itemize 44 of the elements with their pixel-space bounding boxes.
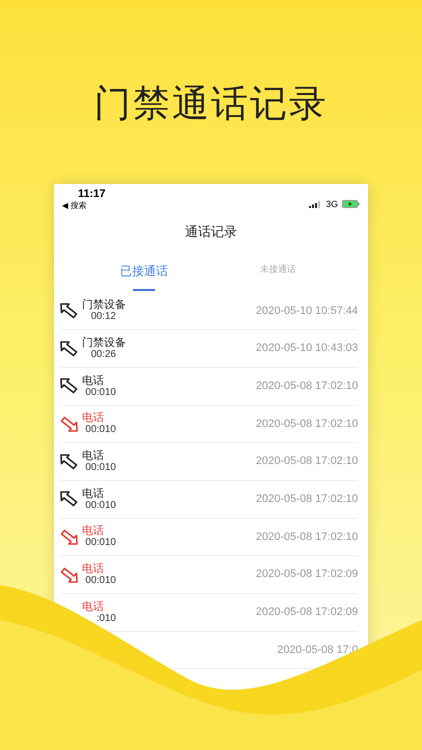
call-duration: 00:010 xyxy=(84,537,116,550)
call-duration: 00:010 xyxy=(84,424,116,436)
up-left-arrow-icon xyxy=(60,302,78,319)
call-time: 2020-05-08 17:02:09 xyxy=(256,605,358,620)
up-left-arrow-icon xyxy=(60,378,78,394)
call-duration: 00:26 xyxy=(90,349,116,362)
tab[interactable]: 未接通话 xyxy=(228,262,328,290)
screen-title: 通话记录 xyxy=(185,224,237,242)
up-left-arrow-icon xyxy=(60,340,78,357)
up-left-arrow-icon xyxy=(60,454,78,470)
signal-icon xyxy=(308,200,322,208)
down-right-arrow-icon xyxy=(60,528,78,545)
call-duration: :010 xyxy=(96,612,116,625)
status-time: 11:17 xyxy=(77,188,106,200)
call-time: 2020-05-08 17:02:10 xyxy=(256,378,358,394)
call-time: 2020-05-08 17:02:09 xyxy=(256,567,358,582)
battery-icon xyxy=(342,200,360,208)
caller-name: 电话 xyxy=(82,449,105,462)
tab[interactable]: 已接通话 xyxy=(94,262,194,290)
up-left-arrow-icon xyxy=(60,491,78,508)
caller-name: 电话 xyxy=(82,600,105,613)
call-time: 2020-05-10 10:57:44 xyxy=(256,304,358,319)
caller-name: 电话 xyxy=(82,486,105,500)
caller-name: 电话 xyxy=(82,524,105,538)
call-time: 2020-05-08 17:02:10 xyxy=(256,492,358,508)
call-time: 2020-05-10 10:43:03 xyxy=(256,341,358,356)
call-time: 2020-05-08 17:02:10 xyxy=(256,416,358,432)
call-duration: 00:010 xyxy=(84,462,116,474)
caller-name: 门禁设备 xyxy=(82,298,127,312)
down-right-arrow-icon xyxy=(60,416,78,432)
headline: 门禁通话记录 xyxy=(94,81,328,127)
down-right-arrow-icon xyxy=(60,566,78,583)
back-link[interactable]: ◀ 搜索 xyxy=(62,200,106,210)
call-time: 2020-05-08 17:02:10 xyxy=(256,530,358,545)
caller-name: 电话 xyxy=(82,562,105,576)
call-duration: 00:010 xyxy=(84,386,116,399)
call-duration: 00:010 xyxy=(84,500,116,512)
caller-name: 门禁设备 xyxy=(82,336,127,350)
caller-name: 电话 xyxy=(82,374,105,387)
call-duration: 00:010 xyxy=(84,575,116,588)
caller-name: 电话 xyxy=(82,411,105,424)
network-label: 3G xyxy=(326,198,338,210)
call-time: 2020-05-08 17:02:10 xyxy=(256,454,358,470)
call-duration: 00:12 xyxy=(90,311,116,324)
